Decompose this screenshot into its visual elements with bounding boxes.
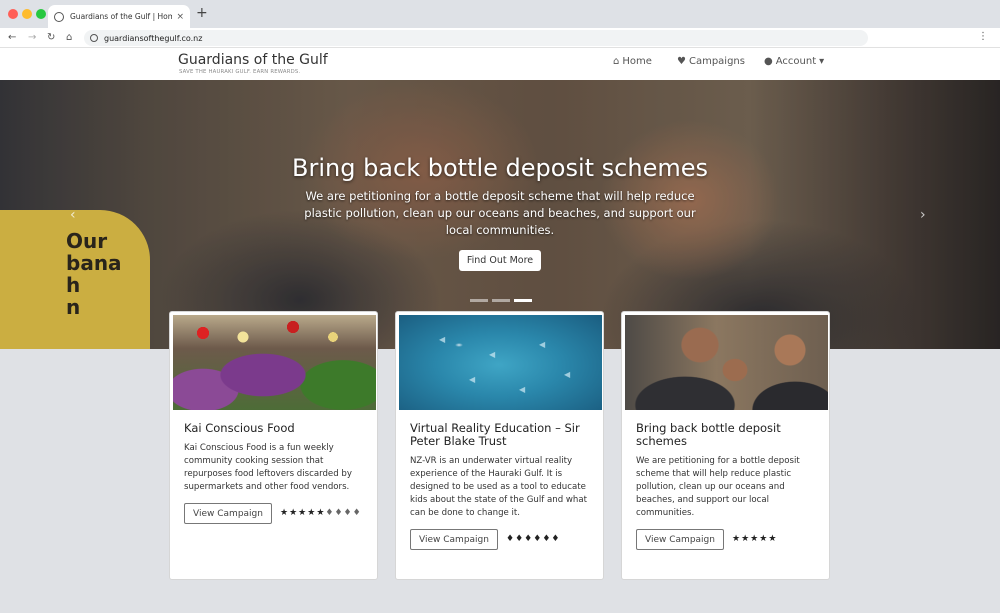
hero-description: We are petitioning for a bottle deposit … <box>304 189 696 237</box>
forward-icon[interactable]: → <box>28 31 36 45</box>
card-rating-icons: ★ ★ ★ ★ ★ <box>732 534 776 545</box>
browser-toolbar: ← → ↻ ⌂ guardiansofthegulf.co.nz ⋮ <box>0 28 1000 48</box>
browser-tab[interactable]: Guardians of the Gulf | Home × <box>48 5 190 28</box>
back-icon[interactable]: ← <box>8 31 16 45</box>
hero-title: Bring back bottle deposit schemes <box>292 154 708 182</box>
rating-icon: ★ <box>280 508 289 518</box>
campaign-card-kai-conscious-food: Kai Conscious Food Kai Conscious Food is… <box>169 311 378 580</box>
card-description: We are petitioning for a bottle deposit … <box>636 456 800 518</box>
home-icon[interactable]: ⌂ <box>66 31 72 45</box>
rating-icon: ♦ <box>334 508 343 518</box>
card-rating-icons: ♦ ♦ ♦ ♦ ♦ ♦ <box>506 534 559 545</box>
caret-down-icon: ▾ <box>819 56 825 67</box>
site-navbar: Guardians of the Gulf SAVE THE HAURAKI G… <box>0 48 1000 80</box>
view-campaign-button[interactable]: View Campaign <box>636 529 724 550</box>
view-campaign-button[interactable]: View Campaign <box>184 503 272 524</box>
nav-campaigns-link[interactable]: ♥ Campaigns <box>677 56 745 67</box>
card-image-fish: ◀ ◀ ◀ ◀ ◀ ◀ <box>399 315 602 410</box>
close-tab-icon[interactable]: × <box>176 12 184 22</box>
tab-title: Guardians of the Gulf | Home <box>70 12 173 21</box>
minimize-window-button[interactable] <box>22 9 32 19</box>
fish-icon: ◀ <box>519 385 526 394</box>
rating-icon: ♦ <box>515 534 524 544</box>
carousel-indicator-active[interactable] <box>514 299 532 302</box>
rating-icon: ★ <box>732 534 741 544</box>
brand-title[interactable]: Guardians of the Gulf <box>178 52 328 68</box>
carousel-indicator[interactable] <box>492 299 510 302</box>
rating-icon: ♦ <box>343 508 352 518</box>
browser-menu-icon[interactable]: ⋮ <box>978 31 988 42</box>
home-icon: ⌂ <box>613 56 620 67</box>
fish-icon: ◀ <box>539 340 546 349</box>
fish-icon: ◀ <box>439 335 446 344</box>
find-out-more-button[interactable]: Find Out More <box>459 250 541 271</box>
reload-icon[interactable]: ↻ <box>47 31 55 45</box>
rating-icon: ★ <box>741 534 750 544</box>
nav-home-link[interactable]: ⌂ Home <box>613 56 652 67</box>
rating-icon: ♦ <box>533 534 542 544</box>
card-rating-icons: ★ ★ ★ ★ ★ ♦ ♦ ♦ ♦ <box>280 508 361 519</box>
card-title: Virtual Reality Education – Sir Peter Bl… <box>410 421 580 448</box>
heart-icon: ♥ <box>677 56 686 67</box>
card-description: Kai Conscious Food is a fun weekly commu… <box>184 443 352 492</box>
browser-tab-bar: Guardians of the Gulf | Home × + <box>0 0 1000 28</box>
nav-account-label: Account <box>775 56 817 67</box>
rating-icon: ★ <box>759 534 768 544</box>
rating-icon: ★ <box>298 508 307 518</box>
card-description: NZ-VR is an underwater virtual reality e… <box>410 456 588 518</box>
fish-icon: ◀ <box>489 350 496 359</box>
rating-icon: ♦ <box>524 534 533 544</box>
rating-icon: ★ <box>289 508 298 518</box>
rating-icon: ★ <box>768 534 777 544</box>
rating-icon: ♦ <box>352 508 361 518</box>
card-title: Bring back bottle deposit schemes <box>636 421 781 448</box>
rating-icon: ★ <box>307 508 316 518</box>
rating-icon: ♦ <box>506 534 515 544</box>
view-campaign-button[interactable]: View Campaign <box>410 529 498 550</box>
site-info-icon[interactable] <box>90 34 98 42</box>
rating-icon: ♦ <box>542 534 551 544</box>
fish-icon: ◀ <box>469 375 476 384</box>
address-bar[interactable]: guardiansofthegulf.co.nz <box>84 30 868 46</box>
url-text[interactable]: guardiansofthegulf.co.nz <box>104 34 202 43</box>
carousel-indicators <box>470 299 532 302</box>
brand-tagline: SAVE THE HAURAKI GULF. EARN REWARDS. <box>179 69 301 75</box>
carousel-next-icon[interactable]: › <box>920 207 926 223</box>
hero-carousel: Our bana h n Bring back bottle deposit s… <box>0 80 1000 349</box>
nav-campaigns-label: Campaigns <box>688 56 745 67</box>
nav-home-label: Home <box>622 56 652 67</box>
card-title: Kai Conscious Food <box>184 421 295 435</box>
fish-icon: ◀ <box>564 370 571 379</box>
rating-icon: ♦ <box>325 508 334 518</box>
campaign-card-virtual-reality-education: ◀ ◀ ◀ ◀ ◀ ◀ Virtual Reality Education – … <box>395 311 604 580</box>
user-icon: ● <box>764 56 773 67</box>
card-image-people <box>625 315 828 410</box>
card-image-food <box>173 315 376 410</box>
carousel-indicator[interactable] <box>470 299 488 302</box>
maximize-window-button[interactable] <box>36 9 46 19</box>
rating-icon: ♦ <box>551 534 560 544</box>
nav-account-dropdown[interactable]: ● Account ▾ <box>764 56 824 67</box>
close-window-button[interactable] <box>8 9 18 19</box>
campaign-card-bottle-deposit: Bring back bottle deposit schemes We are… <box>621 311 830 580</box>
favicon-icon <box>54 11 64 22</box>
carousel-prev-icon[interactable]: ‹ <box>70 207 76 223</box>
rating-icon: ★ <box>750 534 759 544</box>
rating-icon: ★ <box>316 508 325 518</box>
new-tab-button[interactable]: + <box>196 6 208 20</box>
